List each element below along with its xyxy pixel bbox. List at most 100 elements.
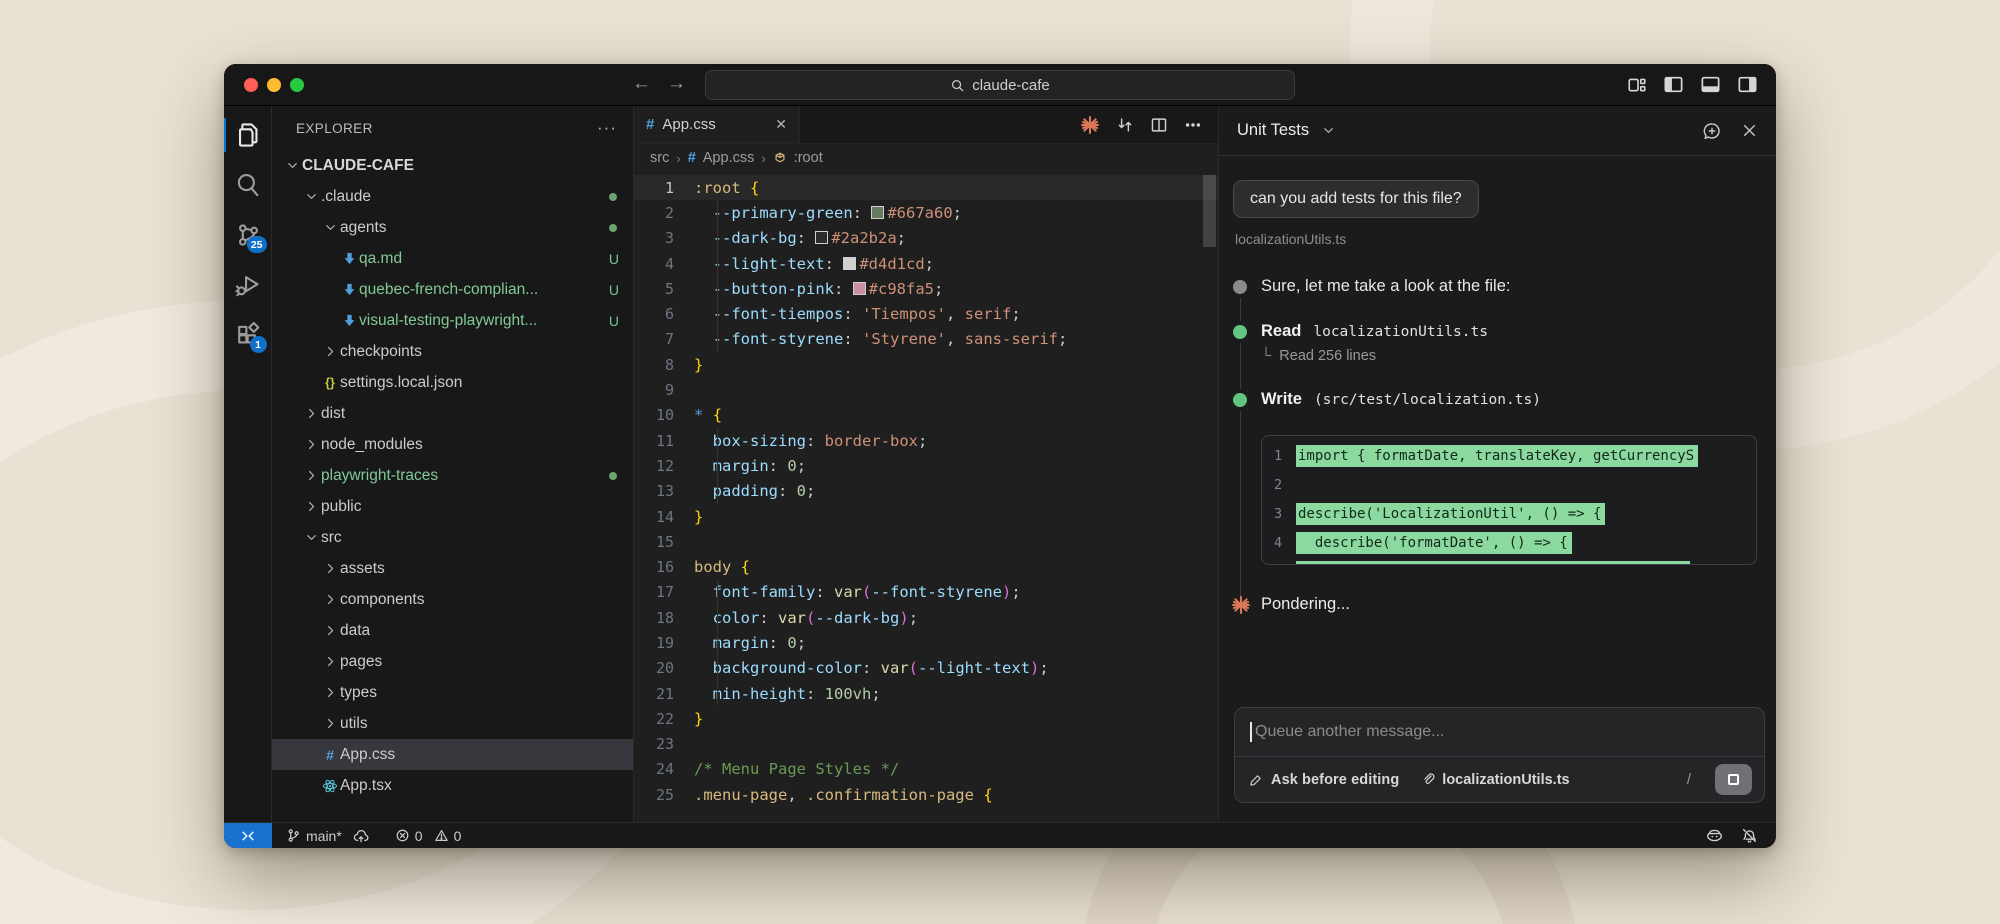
panel-title: Unit Tests <box>1237 121 1309 140</box>
toggle-secondary-sidebar-icon[interactable] <box>1737 74 1758 95</box>
tree-item-public[interactable]: public <box>272 491 633 522</box>
line-number: 2 <box>1262 477 1296 493</box>
customize-layout-icon[interactable] <box>1626 74 1647 95</box>
command-center-search[interactable]: claude-cafe <box>705 70 1295 100</box>
tree-item-quebec-french-complian-[interactable]: quebec-french-complian...U <box>272 274 633 305</box>
activity-source-control-icon[interactable]: 25 <box>224 210 272 260</box>
tree-item-checkpoints[interactable]: checkpoints <box>272 336 633 367</box>
indent-guide <box>717 200 718 225</box>
indent-guide <box>717 276 718 301</box>
color-swatch <box>815 231 828 244</box>
line-number: 15 <box>634 533 694 551</box>
explorer-more-actions-icon[interactable]: ··· <box>597 118 617 138</box>
copilot-icon[interactable] <box>1706 827 1723 844</box>
breadcrumb-item[interactable]: App.css <box>703 150 755 166</box>
minimize-window-button[interactable] <box>267 78 281 92</box>
tree-item-dist[interactable]: dist <box>272 398 633 429</box>
compare-changes-icon[interactable] <box>1116 116 1134 134</box>
close-window-button[interactable] <box>244 78 258 92</box>
tree-item-visual-testing-playwright-[interactable]: visual-testing-playwright...U <box>272 305 633 336</box>
slash-commands-hint[interactable]: / <box>1687 771 1691 788</box>
tree-item-assets[interactable]: assets <box>272 553 633 584</box>
close-panel-icon[interactable] <box>1741 122 1758 139</box>
more-actions-icon[interactable] <box>1184 116 1202 134</box>
explorer-title: EXPLORER <box>296 121 373 136</box>
close-tab-icon[interactable]: ✕ <box>775 116 787 133</box>
attachment-chip[interactable]: localizationUtils.ts <box>1421 772 1569 788</box>
breadcrumb-item[interactable]: :root <box>794 150 823 166</box>
chevron-down-icon <box>320 220 340 235</box>
tree-item-app-css[interactable]: #App.css <box>272 739 633 770</box>
chevron-right-icon <box>320 685 340 700</box>
file-tree: CLAUDE-CAFE.claude agents qa.mdUquebec-fre… <box>272 150 633 822</box>
added-code-line: describe('formatDate', () => { <box>1296 532 1572 554</box>
added-code-line: describe('LocalizationUtil', () => { <box>1296 503 1605 525</box>
activity-explorer-icon[interactable] <box>224 110 272 160</box>
tree-item-components[interactable]: components <box>272 584 633 615</box>
chat-input-placeholder: Queue another message... <box>1255 723 1444 741</box>
badge: 25 <box>247 236 267 253</box>
tree-item-node-modules[interactable]: node_modules <box>272 429 633 460</box>
chevron-right-icon <box>301 437 321 452</box>
code-editor[interactable]: 1:root {2 --primary-green: #667a60;3 --d… <box>634 172 1218 822</box>
activity-extensions-icon[interactable]: 1 <box>224 310 272 360</box>
tree-item-app-tsx[interactable]: App.tsx <box>272 770 633 801</box>
tree-item-settings-local-json[interactable]: {}settings.local.json <box>272 367 633 398</box>
toggle-panel-icon[interactable] <box>1700 74 1721 95</box>
stop-button[interactable] <box>1715 764 1752 795</box>
tool-argument: localizationUtils.ts <box>1313 324 1488 340</box>
remote-indicator[interactable] <box>224 823 272 848</box>
tree-item-agents[interactable]: agents <box>272 212 633 243</box>
tree-item-pages[interactable]: pages <box>272 646 633 677</box>
tree-item-qa-md[interactable]: qa.mdU <box>272 243 633 274</box>
problems-item[interactable]: 0 0 <box>395 828 462 844</box>
tree-item-label: pages <box>340 653 382 671</box>
titlebar: ← → claude-cafe <box>224 64 1776 106</box>
toggle-primary-sidebar-icon[interactable] <box>1663 74 1684 95</box>
git-branch-icon <box>286 828 301 843</box>
tree-item--claude[interactable]: .claude <box>272 181 633 212</box>
tree-item-playwright-traces[interactable]: playwright-traces <box>272 460 633 491</box>
code-line-12: 12 margin: 0; <box>634 453 1218 478</box>
chevron-down-icon[interactable] <box>1321 123 1336 138</box>
claude-starburst-icon[interactable] <box>1080 115 1100 135</box>
breadcrumb: src›#App.css›:root <box>634 144 1218 172</box>
timeline-dot <box>1233 280 1247 294</box>
tree-item-types[interactable]: types <box>272 677 633 708</box>
tree-item-label: playwright-traces <box>321 467 438 485</box>
chevron-right-icon <box>320 716 340 731</box>
line-number: 7 <box>634 330 694 348</box>
code-line-9: 9 <box>634 377 1218 402</box>
notifications-muted-icon[interactable] <box>1741 827 1758 844</box>
tab-app-css[interactable]: # App.css ✕ <box>634 106 800 143</box>
chevron-right-icon <box>301 406 321 421</box>
code-line-15: 15 <box>634 529 1218 554</box>
zoom-window-button[interactable] <box>290 78 304 92</box>
breadcrumb-item[interactable]: src <box>650 150 669 166</box>
tree-item-data[interactable]: data <box>272 615 633 646</box>
code-line-25: 25.menu-page, .confirmation-page { <box>634 782 1218 807</box>
paperclip-icon <box>1421 772 1436 787</box>
sync-cloud-icon[interactable] <box>353 828 369 844</box>
tree-item-label: utils <box>340 715 368 733</box>
git-branch-item[interactable]: main* <box>286 828 369 844</box>
chat-input-box[interactable]: Queue another message... Ask before edit… <box>1234 707 1765 803</box>
edit-mode-selector[interactable]: Ask before editing <box>1271 772 1399 788</box>
tree-item-claude-cafe[interactable]: CLAUDE-CAFE <box>272 150 633 181</box>
generated-test-code-block[interactable]: 1import { formatDate, translateKey, getC… <box>1261 435 1757 565</box>
activity-search-icon[interactable] <box>224 160 272 210</box>
chevron-down-icon <box>301 189 321 204</box>
indent-guide <box>717 327 718 352</box>
forward-button[interactable]: → <box>667 73 686 95</box>
back-button[interactable]: ← <box>632 73 651 95</box>
line-number: 23 <box>634 735 694 753</box>
tree-item-utils[interactable]: utils <box>272 708 633 739</box>
tree-item-label: agents <box>340 219 387 237</box>
activity-run-and-debug-icon[interactable] <box>224 260 272 310</box>
breadcrumb-separator: › <box>761 151 765 166</box>
git-untracked-badge: U <box>609 251 619 267</box>
new-chat-icon[interactable] <box>1703 122 1721 140</box>
tree-item-src[interactable]: src <box>272 522 633 553</box>
code-line-17: 17 font-family: var(--font-styrene); <box>634 580 1218 605</box>
split-editor-icon[interactable] <box>1150 116 1168 134</box>
